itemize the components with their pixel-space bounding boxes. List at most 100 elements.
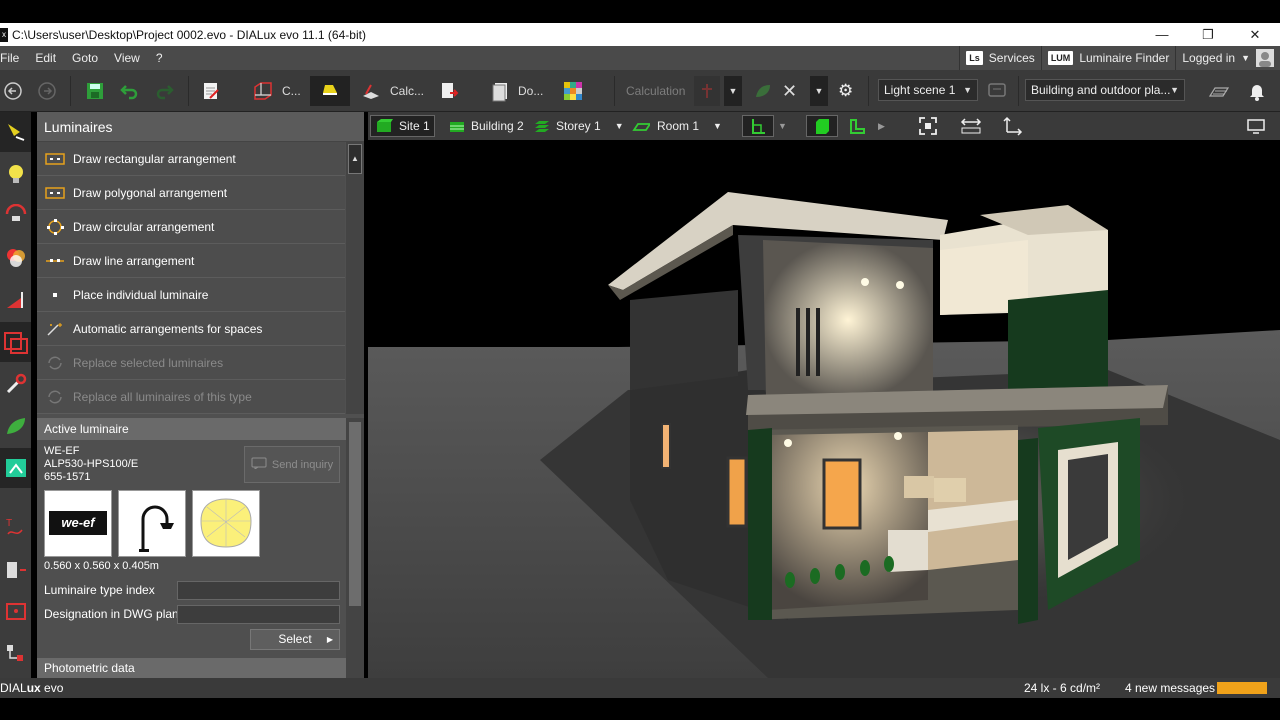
room-button[interactable]: Room 1 ▼ (632, 115, 722, 137)
draw-rectangular-arrangement-button[interactable]: Draw rectangular arrangement (37, 142, 345, 176)
menu-file[interactable]: File (0, 51, 27, 65)
calculation-objects-button[interactable]: Calc... (360, 76, 424, 106)
logged-in-menu[interactable]: Logged in ▼ (1175, 46, 1280, 70)
storey-button[interactable]: Storey 1 ▼ (533, 115, 624, 137)
draw-polygonal-arrangement-button[interactable]: Draw polygonal arrangement (37, 176, 345, 210)
draw-line-arrangement-button[interactable]: Draw line arrangement (37, 244, 345, 278)
ground-plane-button[interactable] (1208, 76, 1230, 106)
draw-circular-arrangement-button[interactable]: Draw circular arrangement (37, 210, 345, 244)
tool-daylight[interactable] (0, 448, 31, 488)
view-navigation-bar: Site 1 Building 2 Storey 1 ▼ Room 1 ▼ ▼ (368, 112, 1280, 140)
tool-light-direction[interactable] (0, 196, 31, 236)
forward-button[interactable] (36, 76, 58, 106)
messages-link[interactable]: 4 new messages (1125, 681, 1215, 695)
luminaire-finder-button[interactable]: LUM Luminaire Finder (1040, 46, 1176, 70)
scrollbar-thumb[interactable] (349, 422, 361, 606)
tool-view[interactable] (0, 592, 31, 632)
tool-arrangement[interactable] (0, 322, 31, 362)
minimize-button[interactable]: — (1139, 23, 1185, 46)
select-luminaire-button[interactable]: Select ▶ (250, 629, 340, 650)
services-button[interactable]: Ls Services (959, 46, 1041, 70)
light-scene-select[interactable]: Light scene 1 ▼ (878, 79, 978, 101)
selection-mode-dropdown[interactable]: ▼ (778, 115, 787, 137)
maximize-button[interactable]: ❐ (1185, 23, 1231, 46)
tool-emergency[interactable] (0, 280, 31, 320)
documentation-button[interactable]: Do... (490, 76, 543, 106)
chevron-down-icon: ▼ (1170, 85, 1179, 95)
light-distribution-curve[interactable] (192, 490, 260, 557)
3d-viewport[interactable] (368, 140, 1280, 678)
place-individual-luminaire-button[interactable]: Place individual luminaire (37, 278, 345, 312)
redo-button[interactable] (154, 76, 176, 106)
logged-in-label: Logged in (1182, 51, 1236, 65)
selection-mode-button[interactable] (742, 115, 774, 137)
luminaire-product-image[interactable] (118, 490, 186, 557)
height-tool-button[interactable] (1002, 115, 1024, 137)
menu-edit[interactable]: Edit (27, 51, 64, 65)
tool-colors[interactable] (0, 238, 31, 278)
floor-outline-button[interactable] (848, 115, 866, 137)
main-toolbar: C... Calc... Do... Calculation ▼ ✕ ▼ ⚙ L… (0, 70, 1280, 112)
emergency-light-icon (6, 292, 23, 308)
scroll-up-icon[interactable]: ▲ (348, 144, 362, 174)
logo-text-prefix: DIAL (0, 681, 27, 695)
tool-energy[interactable] (0, 406, 31, 446)
site-button[interactable]: Site 1 (370, 115, 435, 137)
notifications-button[interactable] (1246, 76, 1268, 106)
menu-view[interactable]: View (106, 51, 148, 65)
undo-button[interactable] (118, 76, 140, 106)
monitor-icon (1247, 119, 1265, 134)
replace-selected-luminaires-button[interactable]: Replace selected luminaires (37, 346, 345, 380)
tool-luminaires[interactable] (0, 112, 31, 152)
light-button[interactable] (310, 76, 350, 106)
replace-all-luminaires-button[interactable]: Replace all luminaires of this type (37, 380, 345, 414)
cancel-calculation-button[interactable]: ✕ (782, 76, 797, 106)
tool-edit[interactable] (0, 364, 31, 404)
line-arrangement-icon (45, 254, 65, 268)
cancel-dropdown-button[interactable]: ▼ (810, 76, 828, 106)
send-inquiry-button[interactable]: Send inquiry (244, 446, 340, 483)
view-select[interactable]: Building and outdoor pla... ▼ (1025, 79, 1185, 101)
menu-goto[interactable]: Goto (64, 51, 106, 65)
dwg-designation-field[interactable] (177, 605, 340, 624)
messages-indicator[interactable] (1217, 682, 1267, 694)
settings-button[interactable]: ⚙ (838, 76, 853, 106)
solid-view-button[interactable] (806, 115, 838, 137)
text-curve-icon: T (6, 518, 23, 535)
active-luminaire-header[interactable]: Active luminaire (37, 418, 346, 440)
construction-icon (254, 82, 272, 100)
tool-hierarchy[interactable] (0, 634, 31, 674)
result-grid-button[interactable] (562, 76, 584, 106)
chevron-right-icon: ▶ (326, 635, 333, 644)
tool-measure[interactable] (0, 550, 31, 590)
menu-help[interactable]: ? (148, 51, 171, 65)
photometric-data-header[interactable]: Photometric data (37, 658, 346, 678)
export-icon (442, 83, 459, 98)
display-mode-button[interactable] (1246, 115, 1266, 137)
arrangements-scrollbar[interactable]: ▲ (346, 142, 364, 414)
measure-distance-button[interactable] (960, 115, 982, 137)
manufacturer-logo[interactable]: we-ef (44, 490, 112, 557)
close-button[interactable]: ✕ (1232, 23, 1278, 46)
rectangular-arrangement-icon (45, 152, 65, 166)
project-info-button[interactable] (200, 76, 222, 106)
building-label: Building 2 (471, 119, 524, 133)
save-button[interactable] (84, 76, 106, 106)
construction-button[interactable]: C... (252, 76, 301, 106)
export-button[interactable] (438, 76, 460, 106)
start-calculation-button[interactable] (694, 76, 720, 106)
tool-text[interactable]: T (0, 508, 31, 548)
back-button[interactable] (2, 76, 24, 106)
gear-icon: ⚙ (838, 81, 854, 100)
calculation-dropdown-button[interactable]: ▼ (724, 76, 742, 106)
zoom-fit-button[interactable] (918, 115, 938, 137)
light-scene-edit-button[interactable] (986, 76, 1008, 106)
building-button[interactable]: Building 2 (448, 115, 524, 137)
type-index-field[interactable] (177, 581, 340, 600)
site-icon (377, 119, 393, 132)
energy-button[interactable] (752, 76, 774, 106)
tool-lamp[interactable] (0, 154, 31, 194)
automatic-arrangements-button[interactable]: Automatic arrangements for spaces (37, 312, 345, 346)
details-scrollbar[interactable] (346, 418, 364, 678)
expand-right-button[interactable]: ▶ (878, 115, 885, 137)
